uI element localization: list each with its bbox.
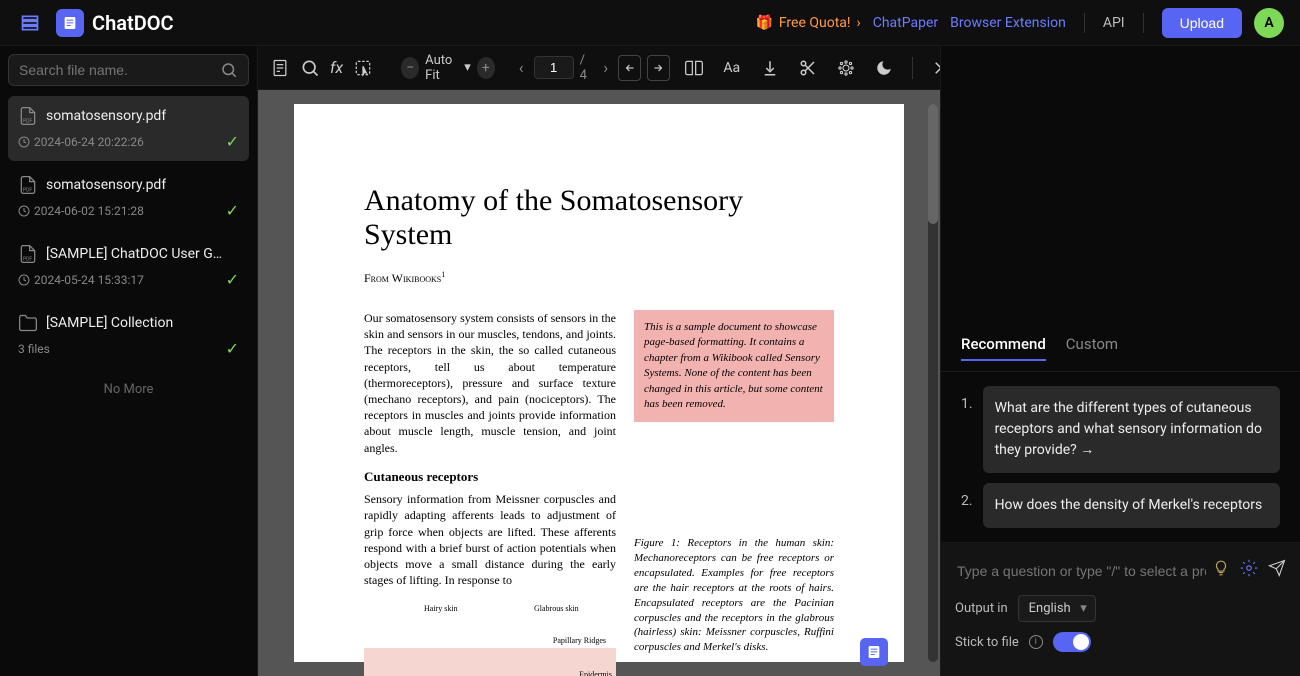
subheading: Cutaneous receptors <box>364 468 616 486</box>
svg-text:PDF: PDF <box>23 257 32 263</box>
search-icon[interactable] <box>220 61 238 79</box>
formula-icon[interactable]: fx <box>330 54 343 82</box>
stick-to-file-label: Stick to file <box>955 635 1019 650</box>
svg-text:PDF: PDF <box>23 119 32 125</box>
float-chat-icon[interactable] <box>860 638 888 666</box>
logo-icon <box>56 9 84 37</box>
main-menu-icon[interactable] <box>16 9 44 37</box>
scissors-icon[interactable] <box>794 54 822 82</box>
svg-text:PDF: PDF <box>23 188 32 194</box>
tab-custom[interactable]: Custom <box>1066 335 1118 361</box>
free-quota-link[interactable]: 🎁 Free Quota! › <box>755 15 860 31</box>
collection-item[interactable]: [SAMPLE] Collection 3 files ✓ <box>8 303 249 368</box>
file-item[interactable]: PDF [SAMPLE] ChatDOC User G… 2024-05-24 … <box>8 234 249 299</box>
paragraph: Sensory information from Meissner corpus… <box>364 491 616 588</box>
check-icon: ✓ <box>226 270 239 289</box>
pdf-icon: PDF <box>18 244 38 264</box>
clock-icon <box>18 274 30 286</box>
file-date: 2024-05-24 15:33:17 <box>34 273 144 287</box>
page-author: From Wikibooks1 <box>364 270 834 286</box>
file-name: somatosensory.pdf <box>46 108 166 124</box>
settings-icon[interactable] <box>1240 559 1258 577</box>
page-title: Anatomy of the Somatosensory System <box>364 184 834 252</box>
page-view-icon[interactable] <box>270 54 290 82</box>
question-number: 1. <box>961 386 973 412</box>
chatpaper-link[interactable]: ChatPaper <box>873 15 938 31</box>
zoom-in-button[interactable]: + <box>477 57 495 79</box>
check-icon: ✓ <box>226 201 239 220</box>
api-link[interactable]: API <box>1103 15 1125 31</box>
nav-forward-button[interactable] <box>647 55 670 81</box>
prev-page-button[interactable]: ‹ <box>515 54 528 81</box>
page-total: / 4 <box>580 53 594 83</box>
scrollbar[interactable] <box>928 104 938 662</box>
skin-diagram: Hairy skin Glabrous skin Papillary Ridge… <box>364 602 616 676</box>
avatar[interactable]: A <box>1254 8 1284 38</box>
paragraph: Our somatosensory system consists of sen… <box>364 310 616 456</box>
clock-icon <box>18 136 30 148</box>
file-name: somatosensory.pdf <box>46 177 166 193</box>
pdf-icon: PDF <box>18 175 38 195</box>
nav-back-button[interactable] <box>618 55 641 81</box>
theme-toggle-icon[interactable] <box>870 54 898 82</box>
page-input[interactable] <box>534 56 574 79</box>
check-icon: ✓ <box>226 339 239 358</box>
zoom-out-button[interactable]: − <box>401 57 419 79</box>
recommended-question[interactable]: How does the density of Merkel's recepto… <box>983 483 1280 528</box>
clock-icon <box>18 205 30 217</box>
tab-recommend[interactable]: Recommend <box>961 335 1046 361</box>
font-size-icon[interactable]: Aa <box>718 54 746 82</box>
lightbulb-icon[interactable] <box>1212 559 1230 577</box>
chevron-right-icon: › <box>857 15 861 31</box>
output-in-label: Output in <box>955 601 1008 616</box>
recommended-question[interactable]: What are the different types of cutaneou… <box>983 386 1280 473</box>
language-select[interactable]: English <box>1018 595 1096 622</box>
chat-panel: Recommend Custom 1. What are the differe… <box>940 46 1300 676</box>
gift-icon: 🎁 <box>755 15 772 31</box>
toolbar: fx − Auto Fit ▾ + ‹ / 4 › <box>258 46 940 90</box>
file-item[interactable]: PDF somatosensory.pdf 2024-06-24 20:22:2… <box>8 96 249 161</box>
check-icon: ✓ <box>226 132 239 151</box>
figure-caption: Figure 1: Receptors in the human skin: M… <box>634 536 834 655</box>
download-icon[interactable] <box>756 54 784 82</box>
logo-text: ChatDOC <box>92 11 174 35</box>
search-doc-icon[interactable] <box>300 54 320 82</box>
selection-icon[interactable] <box>353 54 373 82</box>
stick-to-file-toggle[interactable] <box>1053 632 1091 652</box>
ai-sparkle-icon[interactable] <box>832 54 860 82</box>
next-page-button[interactable]: › <box>599 54 612 81</box>
info-icon[interactable]: i <box>1029 635 1043 649</box>
upload-button[interactable]: Upload <box>1162 8 1242 38</box>
folder-icon <box>18 313 38 333</box>
document-page: Anatomy of the Somatosensory System From… <box>294 104 904 662</box>
search-input[interactable] <box>19 62 220 78</box>
sidebar: PDF somatosensory.pdf 2024-06-24 20:22:2… <box>0 46 258 676</box>
send-icon[interactable] <box>1268 559 1286 577</box>
search-box[interactable] <box>8 54 249 86</box>
document-area[interactable]: Anatomy of the Somatosensory System From… <box>258 90 940 676</box>
file-date: 2024-06-24 20:22:26 <box>34 135 144 149</box>
browser-extension-link[interactable]: Browser Extension <box>950 15 1066 31</box>
file-date: 2024-06-02 15:21:28 <box>34 204 144 218</box>
scrollbar-thumb[interactable] <box>928 104 938 224</box>
book-icon[interactable] <box>680 54 708 82</box>
file-name: [SAMPLE] ChatDOC User G… <box>46 246 222 262</box>
pdf-icon: PDF <box>18 106 38 126</box>
callout-box: This is a sample document to showcase pa… <box>634 310 834 422</box>
collection-count: 3 files <box>18 342 50 356</box>
logo[interactable]: ChatDOC <box>56 9 174 37</box>
no-more-label: No More <box>8 372 249 407</box>
zoom-select[interactable]: Auto Fit ▾ <box>425 53 471 83</box>
collection-name: [SAMPLE] Collection <box>46 315 173 331</box>
chevron-down-icon: ▾ <box>464 60 471 75</box>
file-item[interactable]: PDF somatosensory.pdf 2024-06-02 15:21:2… <box>8 165 249 230</box>
question-number: 2. <box>961 483 973 509</box>
